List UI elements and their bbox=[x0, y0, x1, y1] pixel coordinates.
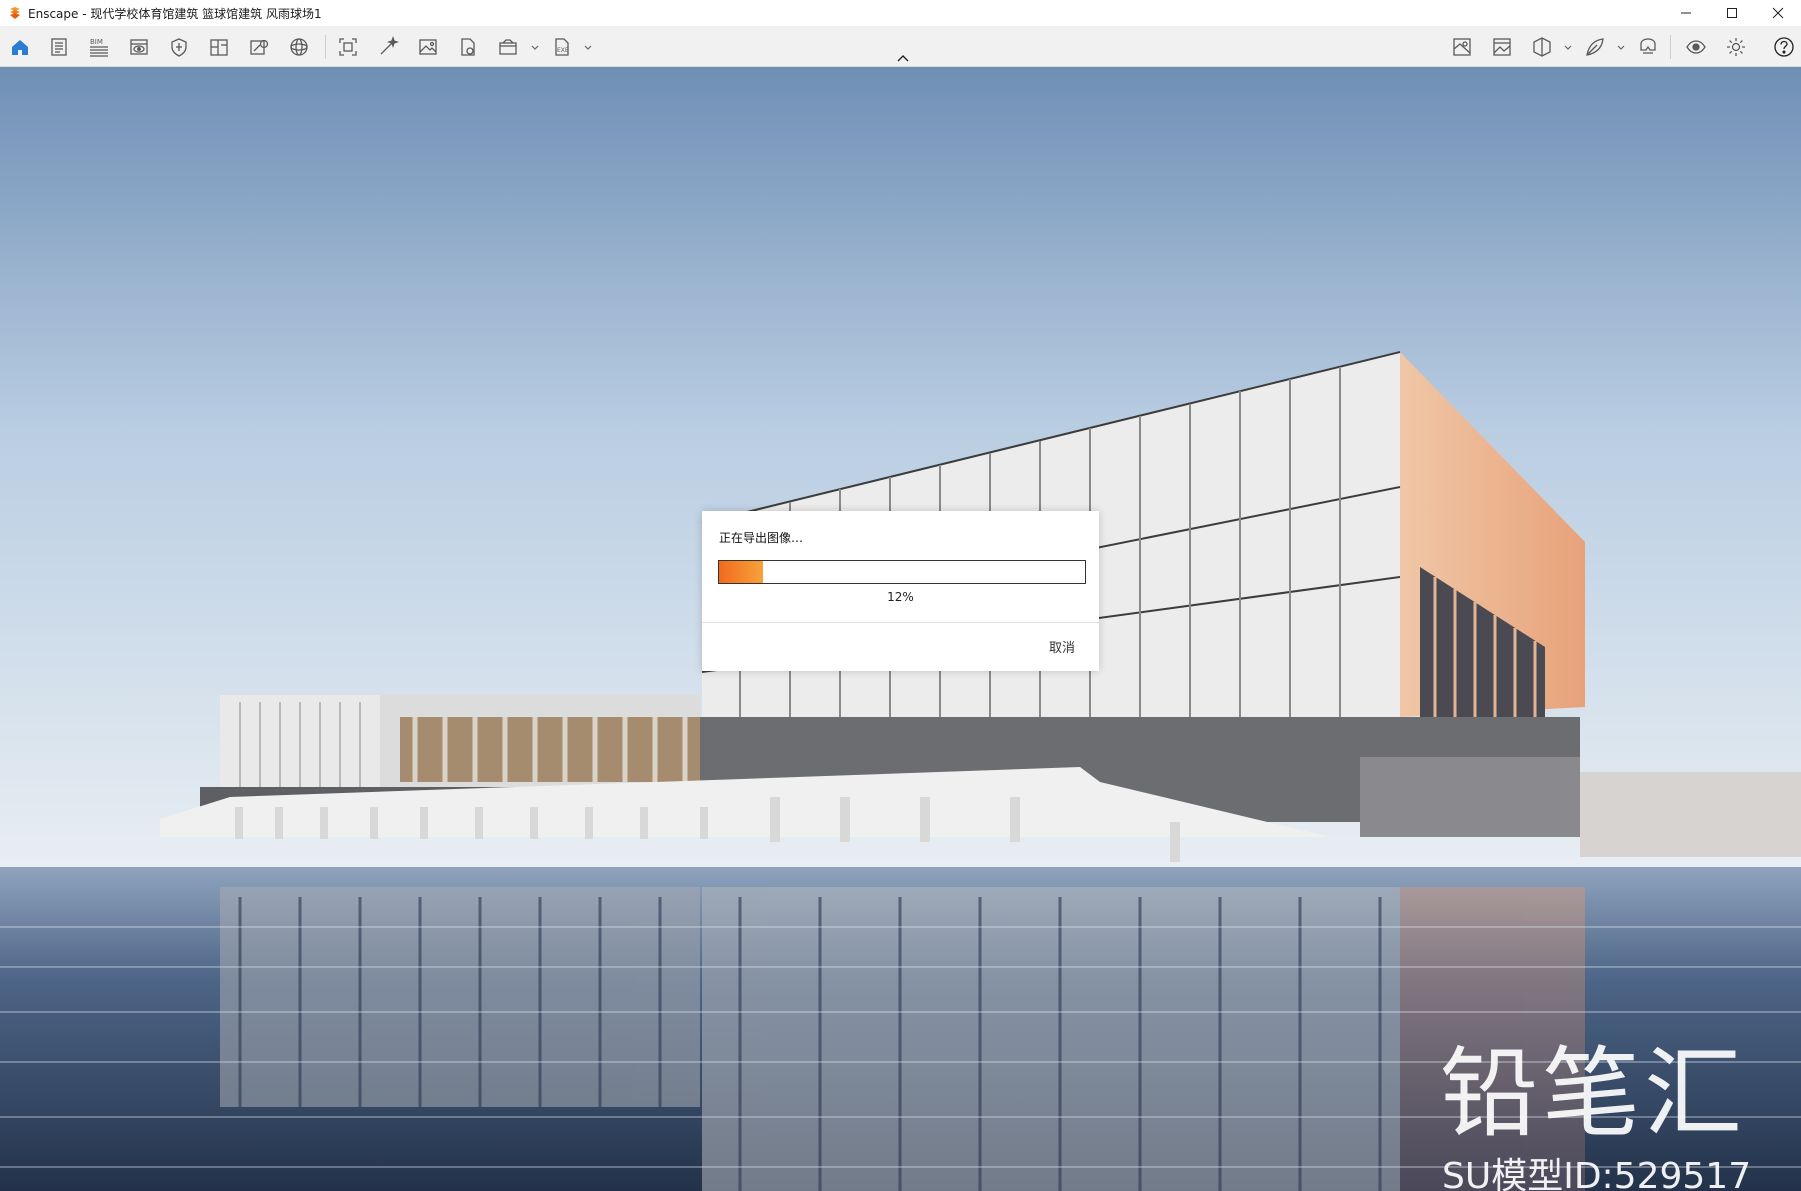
sphere-icon bbox=[290, 38, 308, 56]
cube-icon bbox=[1533, 37, 1551, 57]
cancel-button[interactable]: 取消 bbox=[1049, 637, 1075, 656]
chevron-down-icon bbox=[1617, 45, 1624, 50]
batch-render-dropdown[interactable] bbox=[530, 43, 539, 52]
toolbar-separator bbox=[1670, 35, 1671, 59]
views-button[interactable] bbox=[126, 34, 152, 60]
svg-text:BIM: BIM bbox=[90, 38, 103, 46]
settings-button[interactable] bbox=[1723, 34, 1749, 60]
materials-button[interactable] bbox=[1582, 34, 1608, 60]
vr-headset-icon bbox=[1640, 38, 1656, 54]
image-settings-button[interactable] bbox=[246, 34, 272, 60]
enscape-logo-icon bbox=[10, 7, 20, 19]
notes-button[interactable] bbox=[46, 34, 72, 60]
title-bar: Enscape - 现代学校体育馆建筑 篮球馆建筑 风雨球场1 bbox=[0, 0, 1801, 26]
progress-percent: 12% bbox=[887, 590, 914, 604]
safe-mode-button[interactable] bbox=[166, 34, 192, 60]
gallery-icon bbox=[1493, 38, 1511, 56]
floorplan-icon bbox=[210, 39, 228, 56]
help-icon bbox=[1774, 37, 1794, 57]
vr-headset-button[interactable] bbox=[1635, 34, 1661, 60]
close-button[interactable] bbox=[1755, 0, 1801, 26]
home-button[interactable] bbox=[7, 34, 33, 60]
map-button[interactable] bbox=[1449, 34, 1475, 60]
bim-button[interactable]: BIM bbox=[86, 34, 112, 60]
maximize-button[interactable] bbox=[1709, 0, 1755, 26]
materials-dropdown[interactable] bbox=[1616, 43, 1625, 52]
minimize-icon bbox=[1681, 12, 1691, 14]
export-file-button[interactable] bbox=[455, 34, 481, 60]
image-icon bbox=[419, 39, 437, 55]
document-icon bbox=[51, 38, 67, 56]
eye-icon bbox=[1686, 40, 1706, 54]
leaf-icon bbox=[1586, 38, 1604, 56]
collapse-toolbar-button[interactable] bbox=[895, 52, 911, 64]
batch-render-button[interactable] bbox=[495, 34, 521, 60]
shield-icon bbox=[171, 38, 187, 57]
visual-settings-button[interactable] bbox=[1683, 34, 1709, 60]
minimize-button[interactable] bbox=[1663, 0, 1709, 26]
window-controls bbox=[1663, 0, 1801, 26]
dialog-title: 正在导出图像… bbox=[719, 531, 804, 545]
batch-render-icon bbox=[499, 39, 517, 55]
render-button[interactable] bbox=[375, 34, 401, 60]
asset-library-dropdown[interactable] bbox=[1563, 43, 1572, 52]
window-title: Enscape - 现代学校体育馆建筑 篮球馆建筑 风雨球场1 bbox=[28, 6, 322, 21]
svg-text:EXE: EXE bbox=[557, 47, 569, 54]
export-file-icon bbox=[461, 38, 475, 56]
settings-icon bbox=[1727, 38, 1745, 56]
progress-fill bbox=[719, 561, 763, 583]
chevron-up-icon bbox=[897, 55, 909, 62]
view-icon bbox=[130, 39, 148, 55]
screenshot-button[interactable] bbox=[335, 34, 361, 60]
magic-wand-icon bbox=[380, 36, 399, 55]
chevron-down-icon bbox=[1564, 45, 1571, 50]
asset-library-button[interactable] bbox=[1529, 34, 1555, 60]
dialog-divider bbox=[702, 622, 1099, 623]
exe-export-icon: EXE bbox=[555, 38, 569, 56]
exe-export-dropdown[interactable] bbox=[583, 43, 592, 52]
panorama-button[interactable] bbox=[286, 34, 312, 60]
map-icon bbox=[1453, 38, 1471, 56]
maximize-icon bbox=[1727, 8, 1737, 18]
help-button[interactable] bbox=[1771, 34, 1797, 60]
close-icon bbox=[1772, 7, 1784, 19]
home-icon bbox=[12, 40, 28, 55]
toolbar-separator bbox=[325, 35, 326, 59]
image-settings-icon bbox=[250, 39, 269, 55]
gallery-button[interactable] bbox=[1489, 34, 1515, 60]
gallery-open-button[interactable] bbox=[415, 34, 441, 60]
screenshot-icon bbox=[339, 38, 357, 56]
exe-export-button[interactable]: EXE bbox=[549, 34, 575, 60]
export-progress-dialog: 正在导出图像… 12% 取消 bbox=[702, 511, 1099, 671]
progress-bar bbox=[718, 560, 1086, 584]
bim-icon: BIM bbox=[90, 38, 108, 57]
brand-watermark: 铅笔汇 bbox=[1440, 1037, 1747, 1151]
chevron-down-icon bbox=[584, 45, 591, 50]
chevron-down-icon bbox=[531, 45, 538, 50]
floorplan-button[interactable] bbox=[206, 34, 232, 60]
model-id-watermark: SU模型ID:529517 bbox=[1442, 1156, 1752, 1191]
